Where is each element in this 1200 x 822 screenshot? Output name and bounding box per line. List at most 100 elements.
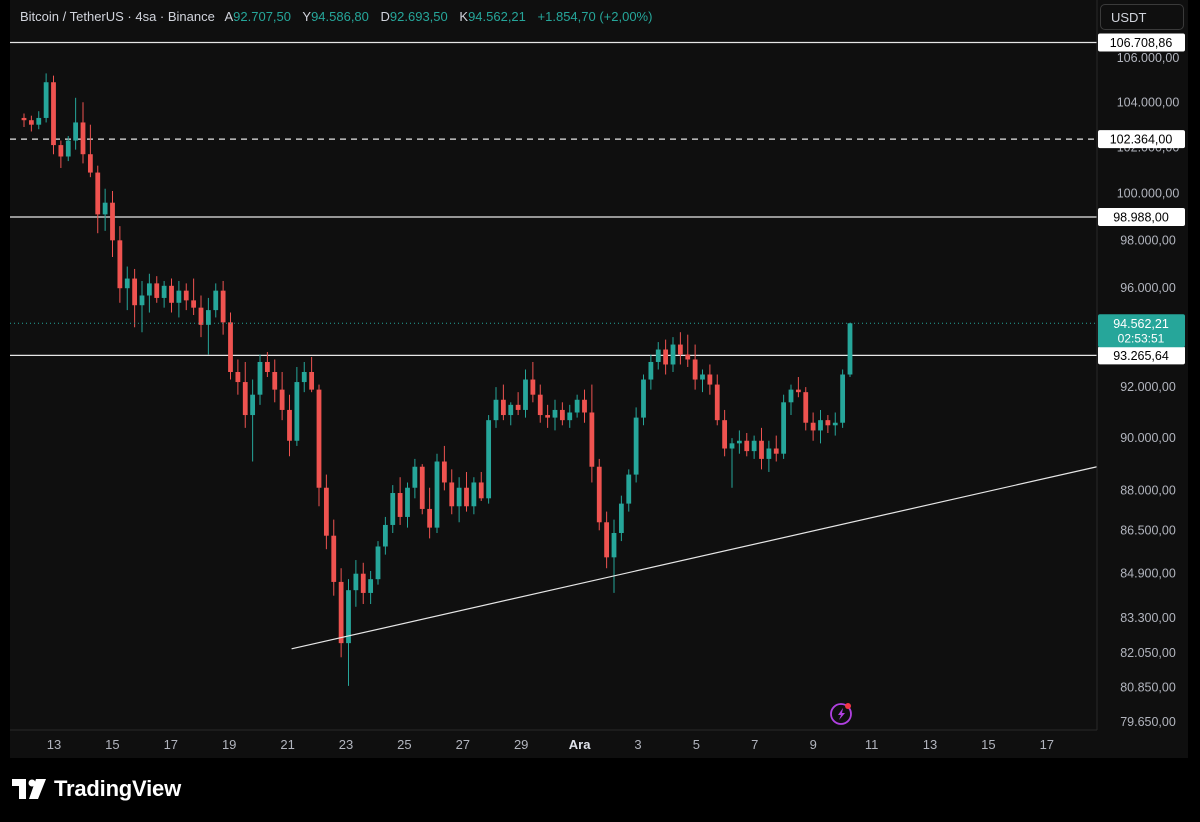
candle-body[interactable] xyxy=(685,354,691,360)
candle-body[interactable] xyxy=(287,409,292,441)
trendline[interactable] xyxy=(291,466,1098,650)
candle-body[interactable] xyxy=(272,371,278,390)
candle-body[interactable] xyxy=(110,202,115,241)
candle-body[interactable] xyxy=(847,323,853,375)
candle-body[interactable] xyxy=(65,140,71,157)
candle-body[interactable] xyxy=(161,285,167,298)
candle-body[interactable] xyxy=(73,122,79,141)
candle-body[interactable] xyxy=(390,493,396,525)
candle-body[interactable] xyxy=(228,322,233,372)
candle-body[interactable] xyxy=(574,399,580,413)
candle-body[interactable] xyxy=(132,278,138,306)
candle-body[interactable] xyxy=(198,307,204,325)
candle-body[interactable] xyxy=(117,240,123,289)
candle-body[interactable] xyxy=(840,374,846,423)
candle-body[interactable] xyxy=(545,415,551,418)
candle-body[interactable] xyxy=(87,154,93,173)
candle-body[interactable] xyxy=(124,278,130,289)
candle-body[interactable] xyxy=(618,503,624,534)
candle-body[interactable] xyxy=(626,474,632,504)
candle-body[interactable] xyxy=(449,482,455,507)
candle-body[interactable] xyxy=(434,461,440,528)
candle-body[interactable] xyxy=(146,283,152,296)
candle-body[interactable] xyxy=(493,399,499,421)
price-chart[interactable]: 106.000,00104.000,00102.000,00100.000,00… xyxy=(10,0,1188,758)
candle-body[interactable] xyxy=(641,379,646,418)
tradingview-logo[interactable]: TradingView xyxy=(12,776,181,802)
candle-body[interactable] xyxy=(751,440,757,452)
candle-body[interactable] xyxy=(21,117,27,121)
candle-body[interactable] xyxy=(795,389,801,393)
candle-body[interactable] xyxy=(766,448,772,459)
candle-body[interactable] xyxy=(294,382,300,441)
candle-body[interactable] xyxy=(191,300,197,308)
candle-body[interactable] xyxy=(714,384,720,421)
candle-body[interactable] xyxy=(633,417,639,475)
candle-body[interactable] xyxy=(486,420,492,499)
candle-body[interactable] xyxy=(183,290,189,301)
candle-body[interactable] xyxy=(722,420,728,449)
candle-body[interactable] xyxy=(279,389,285,410)
candle-body[interactable] xyxy=(478,482,484,499)
candle-body[interactable] xyxy=(176,290,182,303)
candle-body[interactable] xyxy=(80,122,86,155)
candle-body[interactable] xyxy=(360,573,366,593)
candle-body[interactable] xyxy=(154,283,160,298)
candle-body[interactable] xyxy=(729,443,735,449)
candle-body[interactable] xyxy=(559,409,565,421)
candle-body[interactable] xyxy=(331,535,337,582)
candle-body[interactable] xyxy=(537,394,543,416)
candle-body[interactable] xyxy=(375,546,381,580)
candle-body[interactable] xyxy=(500,399,506,416)
candle-body[interactable] xyxy=(567,412,573,421)
candle-body[interactable] xyxy=(353,573,359,591)
candle-body[interactable] xyxy=(700,374,705,380)
candle-body[interactable] xyxy=(611,533,617,558)
candle-body[interactable] xyxy=(648,361,654,380)
candle-body[interactable] xyxy=(670,344,676,365)
candle-body[interactable] xyxy=(773,448,779,454)
candle-body[interactable] xyxy=(744,440,750,452)
candle-body[interactable] xyxy=(235,371,241,383)
candle-body[interactable] xyxy=(471,482,477,507)
candle-body[interactable] xyxy=(604,522,610,558)
candle-body[interactable] xyxy=(464,487,469,507)
candle-body[interactable] xyxy=(242,382,248,416)
candle-body[interactable] xyxy=(663,349,669,365)
candle-body[interactable] xyxy=(427,508,433,528)
candle-body[interactable] xyxy=(810,422,816,431)
candle-body[interactable] xyxy=(759,440,764,459)
candle-body[interactable] xyxy=(264,361,270,372)
candle-body[interactable] xyxy=(736,440,742,444)
candle-body[interactable] xyxy=(803,392,809,423)
candle-body[interactable] xyxy=(707,374,713,385)
candle-body[interactable] xyxy=(552,409,558,418)
candle-body[interactable] xyxy=(95,172,101,215)
candle-body[interactable] xyxy=(441,461,447,483)
candle-body[interactable] xyxy=(832,422,838,426)
candle-body[interactable] xyxy=(788,389,794,403)
candle-body[interactable] xyxy=(323,487,329,536)
candle-body[interactable] xyxy=(781,402,787,454)
candle-body[interactable] xyxy=(382,524,388,547)
candle-body[interactable] xyxy=(419,466,425,509)
candle-body[interactable] xyxy=(405,487,410,517)
candle-body[interactable] xyxy=(309,371,315,390)
candle-body[interactable] xyxy=(43,82,49,118)
candle-body[interactable] xyxy=(213,290,219,311)
candle-body[interactable] xyxy=(596,466,602,523)
candle-body[interactable] xyxy=(589,412,595,467)
candle-body[interactable] xyxy=(102,202,108,215)
candle-body[interactable] xyxy=(338,581,344,644)
candle-body[interactable] xyxy=(818,420,823,431)
candle-body[interactable] xyxy=(655,349,661,362)
candle-body[interactable] xyxy=(58,145,64,157)
candle-body[interactable] xyxy=(205,310,211,325)
candle-body[interactable] xyxy=(508,404,514,416)
candle-body[interactable] xyxy=(220,290,226,323)
candle-body[interactable] xyxy=(523,379,528,410)
candle-body[interactable] xyxy=(825,420,831,426)
candle-body[interactable] xyxy=(368,579,374,593)
candle-body[interactable] xyxy=(139,295,145,306)
candle-body[interactable] xyxy=(456,487,462,507)
